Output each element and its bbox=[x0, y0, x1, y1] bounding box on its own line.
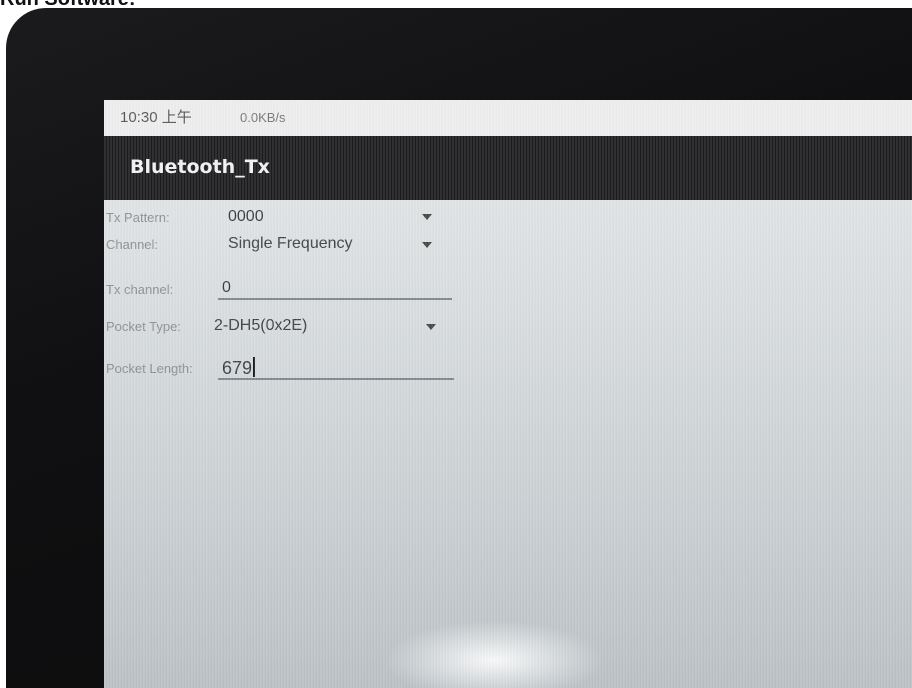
app-bar: Bluetooth_Tx bbox=[104, 136, 912, 200]
tx-channel-underline bbox=[218, 298, 452, 300]
pocket-length-input[interactable]: 679 bbox=[222, 357, 256, 379]
status-time: 10:30 上午 bbox=[120, 109, 192, 126]
page-title: Bluetooth_Tx bbox=[130, 156, 270, 178]
pocket-type-label: Pocket Type: bbox=[106, 319, 181, 334]
status-net-speed: 0.0KB/s bbox=[240, 110, 286, 125]
tx-channel-field[interactable]: Tx channel: 0 bbox=[104, 274, 564, 304]
pocket-type-spinner[interactable]: Pocket Type: 2-DH5(0x2E) bbox=[104, 312, 564, 340]
tx-channel-label: Tx channel: bbox=[106, 282, 174, 297]
pocket-type-value: 2-DH5(0x2E) bbox=[214, 317, 308, 334]
tx-settings-form: Tx Pattern: 0000 Channel: Single Frequen… bbox=[104, 200, 912, 688]
channel-label: Channel: bbox=[106, 237, 159, 252]
tx-pattern-spinner[interactable]: Tx Pattern: 0000 bbox=[104, 206, 564, 230]
tx-pattern-value: 0000 bbox=[228, 208, 264, 225]
channel-value: Single Frequency bbox=[228, 235, 353, 252]
screen-glare bbox=[384, 620, 604, 688]
device-screen: 10:30 上午 0.0KB/s Bluetooth_Tx Tx Pattern… bbox=[104, 100, 912, 688]
pocket-length-value: 679 bbox=[222, 358, 253, 378]
pocket-length-field[interactable]: Pocket Length: 679 bbox=[104, 352, 564, 384]
pocket-length-label: Pocket Length: bbox=[106, 361, 193, 376]
chevron-down-icon bbox=[422, 242, 432, 248]
chevron-down-icon bbox=[426, 324, 436, 330]
chevron-down-icon bbox=[422, 214, 432, 220]
channel-spinner[interactable]: Channel: Single Frequency bbox=[104, 232, 564, 258]
tx-channel-input[interactable]: 0 bbox=[222, 279, 231, 297]
text-cursor bbox=[253, 357, 256, 377]
caption-text: Run Software: bbox=[0, 0, 136, 9]
pocket-length-underline bbox=[218, 378, 454, 380]
status-bar: 10:30 上午 0.0KB/s bbox=[104, 100, 912, 136]
tx-pattern-label: Tx Pattern: bbox=[106, 210, 170, 225]
